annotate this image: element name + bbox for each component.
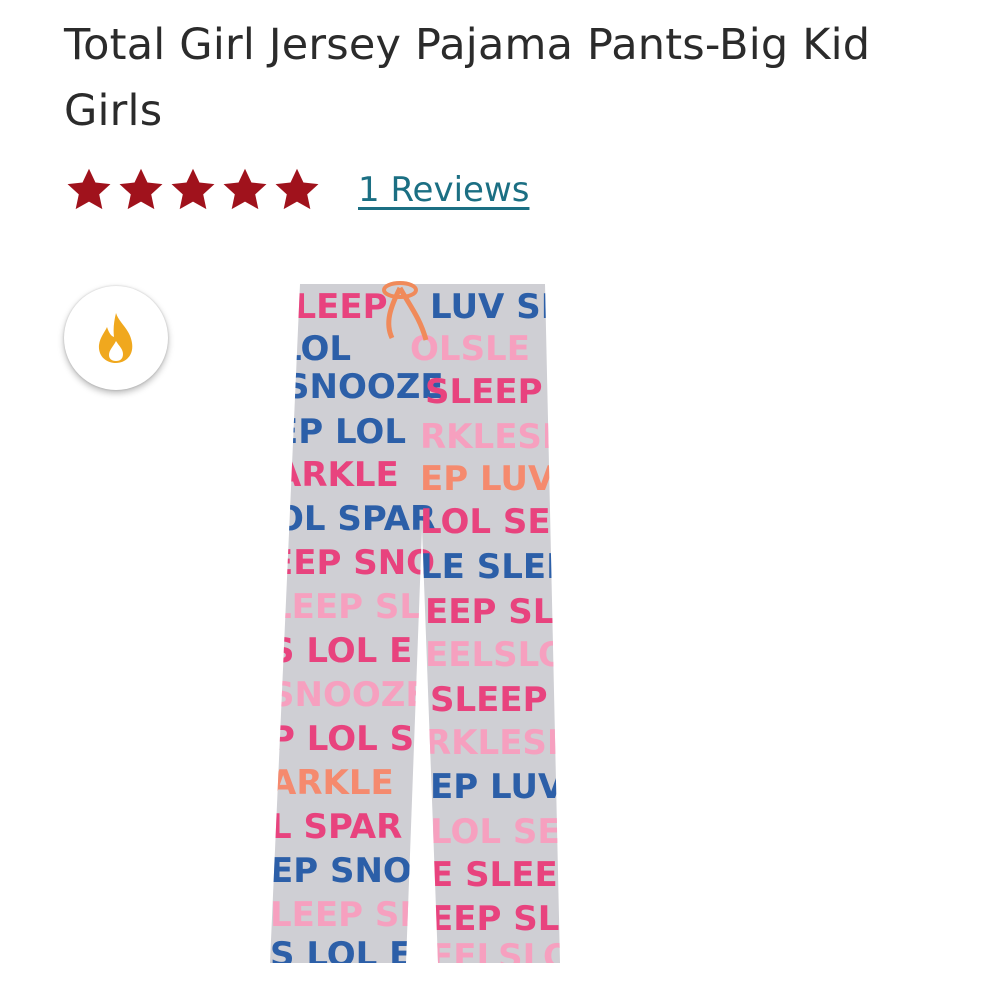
svg-text:EP LOL: EP LOL bbox=[275, 412, 406, 452]
svg-text:OLSLE: OLSLE bbox=[410, 329, 530, 369]
svg-text:ARKLE: ARKLE bbox=[270, 763, 394, 803]
svg-text:EP SNO: EP SNO bbox=[270, 851, 412, 891]
star-icon bbox=[223, 168, 267, 210]
svg-text:EP LUV: EP LUV bbox=[420, 459, 555, 499]
svg-text:L SPAR: L SPAR bbox=[270, 807, 402, 847]
svg-text:LUV SL: LUV SL bbox=[430, 287, 562, 327]
svg-text:SLEEP: SLEEP bbox=[270, 287, 388, 327]
svg-text:LOL: LOL bbox=[280, 329, 351, 369]
svg-text:EP LUV: EP LUV bbox=[430, 767, 565, 807]
star-icon bbox=[171, 168, 215, 210]
svg-text:P LOL S: P LOL S bbox=[270, 719, 414, 759]
svg-text:S LOL E: S LOL E bbox=[270, 935, 412, 968]
svg-text:E SLEE: E SLEE bbox=[430, 855, 558, 895]
svg-text:SNOOZE: SNOOZE bbox=[270, 675, 429, 715]
product-title: Total Girl Jersey Pajama Pants-Big Kid G… bbox=[64, 20, 871, 136]
svg-text:OL SPAR: OL SPAR bbox=[275, 499, 436, 539]
flame-icon bbox=[98, 313, 133, 363]
svg-text:EEP SNO: EEP SNO bbox=[270, 543, 435, 583]
svg-text:LEEP SL: LEEP SL bbox=[270, 587, 421, 627]
svg-text:S LOL E: S LOL E bbox=[270, 631, 412, 671]
reviews-link[interactable]: 1 Reviews bbox=[358, 170, 529, 210]
star-rating bbox=[64, 165, 322, 215]
svg-text:EEP SL: EEP SL bbox=[425, 592, 554, 632]
svg-text:LE SLEE: LE SLEE bbox=[420, 547, 569, 587]
star-icon bbox=[275, 168, 319, 210]
trending-badge[interactable] bbox=[64, 286, 168, 390]
star-icon bbox=[119, 168, 163, 210]
svg-text:RKLESL: RKLESL bbox=[425, 723, 569, 763]
svg-text:EELSLO: EELSLO bbox=[430, 937, 572, 968]
svg-text:SLEEP: SLEEP bbox=[425, 372, 543, 412]
svg-text:LOL SE: LOL SE bbox=[420, 502, 551, 542]
svg-text:ARKLE: ARKLE bbox=[275, 455, 399, 495]
svg-text:EEP SL: EEP SL bbox=[430, 899, 559, 939]
svg-text:SNOOZE: SNOOZE bbox=[285, 367, 444, 407]
rating-row: 1 Reviews bbox=[64, 160, 529, 220]
svg-text:SLEEP: SLEEP bbox=[430, 680, 548, 720]
pajama-pants-image: SLEEP LUV SL LOL OLSLE SNOOZE SLEEP EP L… bbox=[270, 281, 572, 968]
star-icon bbox=[67, 168, 111, 210]
svg-text:EELSLO: EELSLO bbox=[425, 635, 567, 675]
svg-text:LEEP SL: LEEP SL bbox=[270, 895, 421, 935]
svg-text:RKLESL: RKLESL bbox=[420, 417, 564, 457]
svg-text:LOL SE: LOL SE bbox=[430, 812, 561, 852]
